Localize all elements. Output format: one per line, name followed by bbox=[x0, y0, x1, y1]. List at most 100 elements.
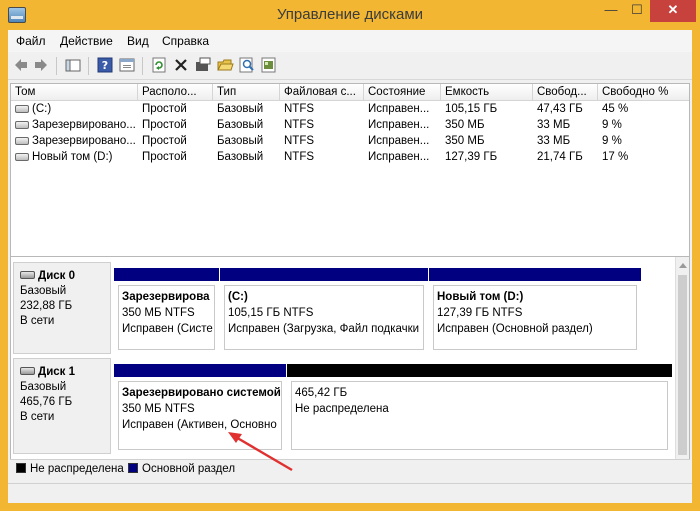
delete-icon[interactable] bbox=[172, 56, 190, 74]
volume-row[interactable]: (C:) Простой Базовый NTFS Исправен... 10… bbox=[11, 102, 689, 118]
partition-type-bar bbox=[220, 268, 428, 281]
disk-icon bbox=[20, 367, 35, 375]
cell-filesystem: NTFS bbox=[284, 151, 315, 163]
window-title: Управление дисками bbox=[276, 6, 424, 23]
legend-label: Основной раздел bbox=[142, 463, 236, 475]
minimize-button[interactable]: — bbox=[598, 0, 624, 22]
partition-size: 127,39 ГБ NTFS bbox=[437, 307, 523, 319]
disk-graphical-view: Диск 0 Базовый 232,88 ГБ В сети Зарезерв… bbox=[10, 256, 690, 478]
cell-free-space: 21,74 ГБ bbox=[537, 151, 583, 163]
cell-free-percent: 9 % bbox=[602, 135, 622, 147]
cell-capacity: 350 МБ bbox=[445, 135, 485, 147]
scroll-up-arrow-icon[interactable] bbox=[679, 263, 687, 268]
cell-free-percent: 9 % bbox=[602, 119, 622, 131]
console-tree-icon[interactable] bbox=[64, 56, 82, 74]
column-header-capacity[interactable]: Емкость bbox=[441, 84, 533, 101]
cell-free-space: 33 МБ bbox=[537, 119, 571, 131]
cell-free-percent: 45 % bbox=[602, 103, 629, 115]
menu-file[interactable]: Файл bbox=[16, 34, 46, 48]
volume-name: Зарезервировано... bbox=[32, 119, 136, 131]
forward-icon[interactable] bbox=[32, 56, 50, 74]
partition-disk0-c[interactable]: (C:) 105,15 ГБ NTFS Исправен (Загрузка, … bbox=[220, 268, 428, 354]
volume-row[interactable]: Зарезервировано... Простой Базовый NTFS … bbox=[11, 134, 689, 150]
column-header-free-percent[interactable]: Свободно % bbox=[598, 84, 689, 101]
column-header-filesystem[interactable]: Файловая с... bbox=[280, 84, 364, 101]
disk-0-label[interactable]: Диск 0 Базовый 232,88 ГБ В сети bbox=[13, 262, 111, 354]
legend-label: Не распределена bbox=[30, 463, 124, 475]
properties-icon[interactable] bbox=[118, 56, 136, 74]
volume-name: Новый том (D:) bbox=[32, 151, 113, 163]
column-header-status[interactable]: Состояние bbox=[364, 84, 441, 101]
partition-details: Зарезервирова 350 МБ NTFS Исправен (Сист… bbox=[118, 285, 215, 350]
search-icon[interactable] bbox=[238, 56, 256, 74]
partition-name: Зарезервировано системой bbox=[122, 387, 281, 399]
toolbar: ? bbox=[8, 52, 692, 80]
volume-row[interactable]: Зарезервировано... Простой Базовый NTFS … bbox=[11, 118, 689, 134]
cell-layout: Простой bbox=[142, 119, 187, 131]
vertical-scrollbar[interactable] bbox=[675, 257, 689, 477]
cell-free-space: 47,43 ГБ bbox=[537, 103, 583, 115]
cell-capacity: 350 МБ bbox=[445, 119, 485, 131]
partition-size: 350 МБ NTFS bbox=[122, 307, 195, 319]
disk-1-label[interactable]: Диск 1 Базовый 465,76 ГБ В сети bbox=[13, 358, 111, 454]
cell-free-space: 33 МБ bbox=[537, 135, 571, 147]
column-header-volume[interactable]: Том bbox=[11, 84, 138, 101]
volume-list: Том Располо... Тип Файловая с... Состоян… bbox=[10, 83, 690, 275]
partition-details: Новый том (D:) 127,39 ГБ NTFS Исправен (… bbox=[433, 285, 637, 350]
disk-settings-icon[interactable] bbox=[194, 56, 212, 74]
cell-status: Исправен... bbox=[368, 151, 430, 163]
client-area: Файл Действие Вид Справка ? Том Располо.… bbox=[8, 30, 692, 503]
legend-primary-partition: Основной раздел bbox=[128, 463, 235, 475]
volume-name: (C:) bbox=[32, 103, 52, 115]
open-folder-icon[interactable] bbox=[216, 56, 234, 74]
toolbar-separator bbox=[142, 57, 143, 75]
partition-status: Исправен (Активен, Основно bbox=[122, 419, 277, 431]
refresh-icon[interactable] bbox=[150, 56, 168, 74]
partition-size: 465,42 ГБ bbox=[295, 387, 348, 399]
column-header-layout[interactable]: Располо... bbox=[138, 84, 213, 101]
partition-disk1-reserved[interactable]: Зарезервировано системой 350 МБ NTFS Исп… bbox=[114, 364, 286, 454]
back-icon[interactable] bbox=[12, 56, 30, 74]
cell-type: Базовый bbox=[217, 135, 264, 147]
disk-icon bbox=[20, 271, 35, 279]
cell-volume: Зарезервировано... bbox=[11, 118, 138, 134]
partition-status: Исправен (Систе bbox=[122, 323, 213, 335]
disk-1-size: 465,76 ГБ bbox=[20, 396, 73, 408]
partition-status: Исправен (Основной раздел) bbox=[437, 323, 593, 335]
title-bar[interactable]: Управление дисками — ☐ ✕ bbox=[0, 0, 700, 30]
cell-status: Исправен... bbox=[368, 119, 430, 131]
partition-type-bar bbox=[114, 268, 219, 281]
cell-status: Исправен... bbox=[368, 103, 430, 115]
menu-action[interactable]: Действие bbox=[60, 34, 113, 48]
legend-swatch bbox=[128, 463, 138, 473]
partition-disk0-d[interactable]: Новый том (D:) 127,39 ГБ NTFS Исправен (… bbox=[429, 268, 641, 354]
partition-name: Зарезервирова bbox=[122, 291, 210, 303]
cell-volume: Новый том (D:) bbox=[11, 150, 138, 166]
cell-volume: (C:) bbox=[11, 102, 138, 118]
menu-bar: Файл Действие Вид Справка bbox=[8, 30, 692, 52]
cell-volume: Зарезервировано... bbox=[11, 134, 138, 150]
help-icon[interactable]: ? bbox=[96, 56, 114, 74]
column-header-free-space[interactable]: Свобод... bbox=[533, 84, 598, 101]
cell-capacity: 127,39 ГБ bbox=[445, 151, 498, 163]
volume-icon bbox=[15, 105, 29, 113]
status-bar bbox=[8, 483, 692, 503]
export-icon[interactable] bbox=[260, 56, 278, 74]
menu-help[interactable]: Справка bbox=[162, 34, 209, 48]
partition-type-bar bbox=[287, 364, 672, 377]
volume-row[interactable]: Новый том (D:) Простой Базовый NTFS Испр… bbox=[11, 150, 689, 166]
partition-disk1-unallocated[interactable]: 465,42 ГБ Не распределена bbox=[287, 364, 672, 454]
disk-1-type: Базовый bbox=[20, 381, 67, 393]
column-header-type[interactable]: Тип bbox=[213, 84, 280, 101]
toolbar-separator bbox=[88, 57, 89, 75]
maximize-button[interactable]: ☐ bbox=[624, 0, 650, 22]
menu-view[interactable]: Вид bbox=[127, 34, 149, 48]
partition-name: (C:) bbox=[228, 291, 248, 303]
cell-filesystem: NTFS bbox=[284, 119, 315, 131]
volume-name: Зарезервировано... bbox=[32, 135, 136, 147]
cell-layout: Простой bbox=[142, 135, 187, 147]
partition-disk0-reserved[interactable]: Зарезервирова 350 МБ NTFS Исправен (Сист… bbox=[114, 268, 219, 354]
close-button[interactable]: ✕ bbox=[650, 0, 696, 22]
toolbar-separator bbox=[56, 57, 57, 75]
scroll-thumb[interactable] bbox=[678, 275, 687, 455]
